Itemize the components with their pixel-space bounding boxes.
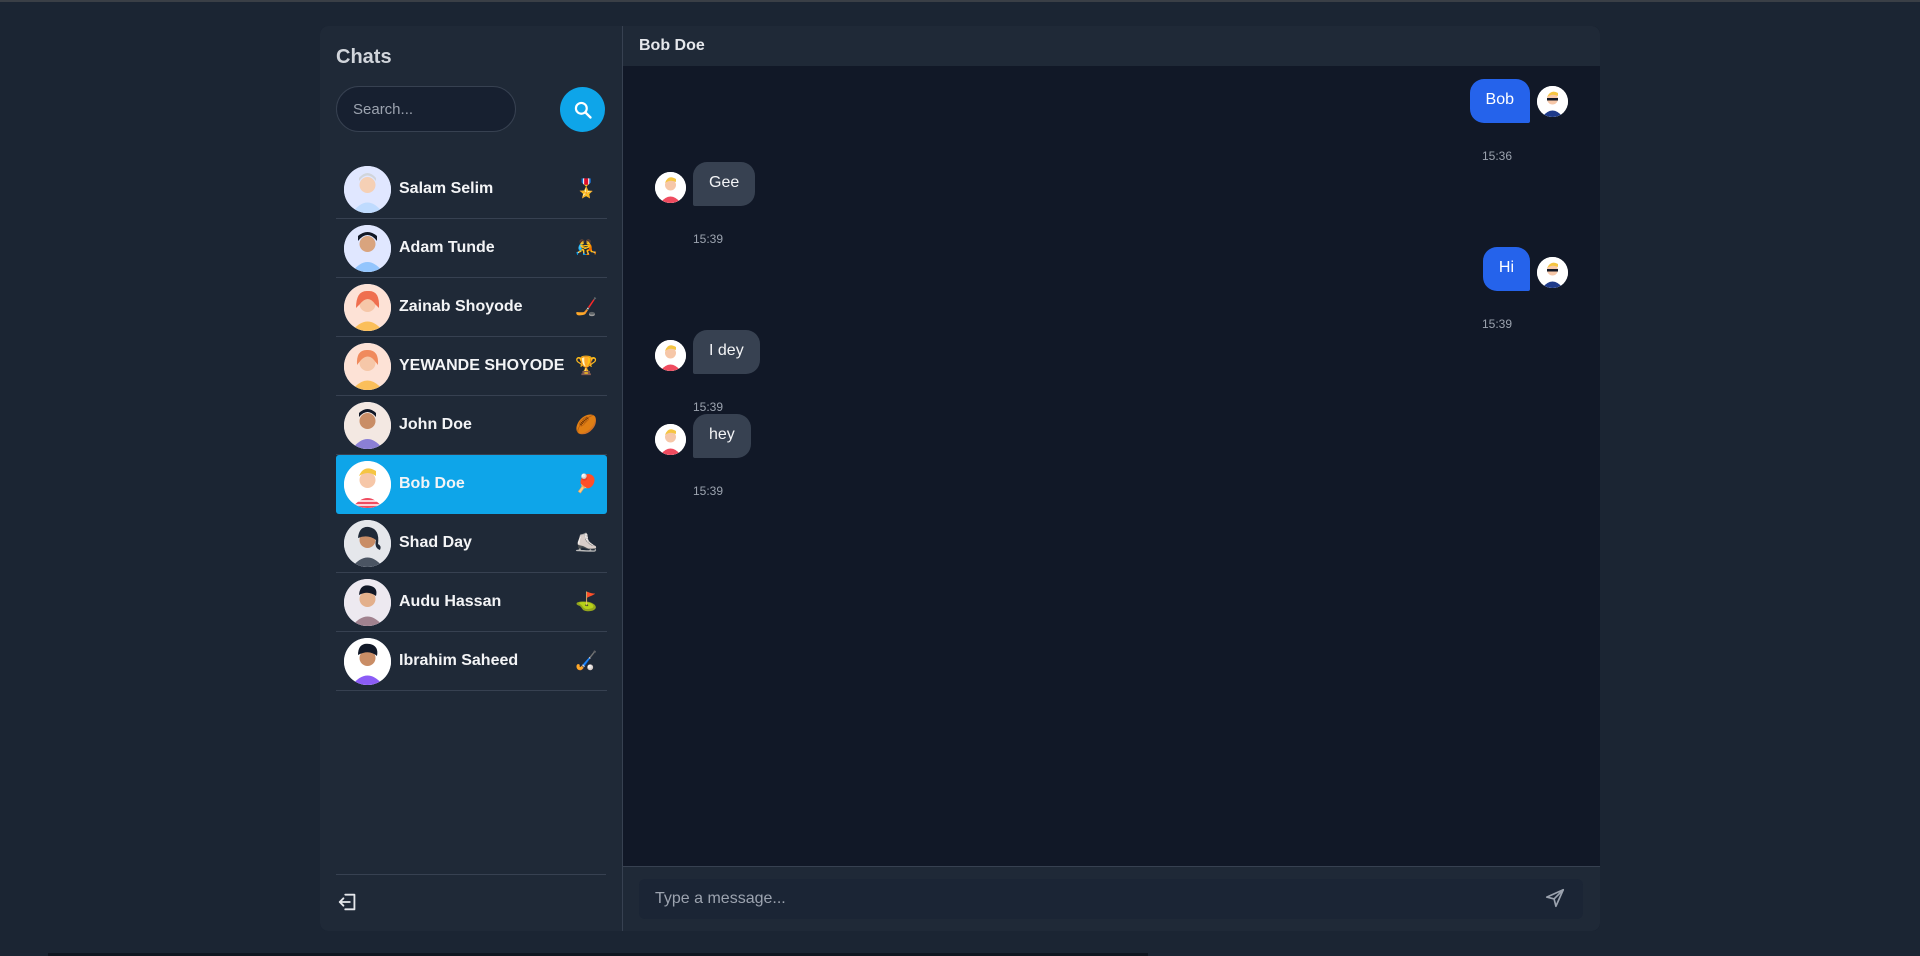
avatar	[344, 460, 391, 508]
search-input[interactable]	[336, 86, 516, 132]
avatar	[655, 424, 686, 455]
message-input[interactable]	[639, 879, 1583, 919]
contact-item[interactable]: John Doe 🏉	[336, 396, 607, 455]
message-time: 15:39	[693, 400, 724, 414]
contact-name: Zainab Shoyode	[399, 298, 523, 315]
avatar	[344, 519, 391, 567]
search-button[interactable]	[560, 87, 605, 132]
message-time: 15:36	[1481, 149, 1512, 163]
chat-panel: Bob Doe Bob 15:36 Gee 15:39 Hi 15:39 I d…	[623, 26, 1600, 931]
contact-name: Bob Doe	[399, 475, 465, 492]
message-incoming: I dey 15:39	[655, 330, 795, 414]
trophy-icon: 🏆	[575, 355, 598, 376]
message-time: 15:39	[693, 232, 724, 246]
search-icon	[574, 101, 592, 119]
ping-pong-icon: 🏓	[575, 473, 598, 494]
chat-header-name: Bob Doe	[639, 37, 705, 54]
avatar	[655, 172, 686, 203]
contact-item[interactable]: YEWANDE SHOYODE 🏆	[336, 337, 607, 396]
wrestling-icon: 🤼	[575, 237, 598, 258]
message-incoming: hey 15:39	[655, 414, 795, 498]
contact-item[interactable]: Shad Day ⛸️	[336, 514, 607, 573]
contact-item[interactable]: Ibrahim Saheed 🏑	[336, 632, 607, 691]
message-bubble: I dey	[693, 330, 760, 374]
sidebar-footer	[336, 874, 606, 911]
avatar	[344, 578, 391, 626]
contact-name: John Doe	[399, 416, 472, 433]
message-incoming: Gee 15:39	[655, 162, 795, 246]
avatar	[344, 283, 391, 331]
contact-item-active[interactable]: Bob Doe 🏓	[336, 455, 607, 514]
contact-name: Ibrahim Saheed	[399, 652, 519, 669]
avatar	[344, 165, 391, 213]
sidebar: Chats Salam Selim 🎖️ Adam Tunde 🤼	[320, 26, 623, 931]
message-time: 15:39	[1481, 317, 1512, 331]
contact-list: Salam Selim 🎖️ Adam Tunde 🤼 Zainab Shoyo…	[336, 160, 607, 691]
logout-icon	[338, 893, 356, 911]
chat-header: Bob Doe	[623, 26, 1600, 66]
contact-name: YEWANDE SHOYODE	[399, 357, 565, 374]
contact-name: Salam Selim	[399, 180, 494, 197]
medal-icon: 🎖️	[575, 178, 598, 199]
avatar	[344, 401, 391, 449]
avatar	[1537, 257, 1568, 288]
sidebar-title: Chats	[336, 46, 392, 68]
message-outgoing: Hi 15:39	[1428, 247, 1568, 331]
avatar	[344, 224, 391, 272]
message-bubble: Bob	[1469, 79, 1530, 123]
ice-skate-icon: ⛸️	[575, 532, 598, 553]
contact-name: Shad Day	[399, 534, 472, 551]
rugby-ball-icon: 🏉	[575, 414, 598, 435]
composer-bar	[623, 866, 1600, 931]
hockey-stick-icon: 🏒	[575, 296, 598, 317]
avatar	[655, 340, 686, 371]
contact-item[interactable]: Salam Selim 🎖️	[336, 160, 607, 219]
message-time: 15:39	[693, 484, 724, 498]
message-bubble: hey	[693, 414, 751, 458]
logout-button[interactable]	[336, 891, 360, 915]
message-bubble: Gee	[693, 162, 756, 206]
contact-name: Adam Tunde	[399, 239, 495, 256]
avatar	[344, 637, 391, 685]
message-outgoing: Bob 15:36	[1428, 79, 1568, 163]
field-hockey-icon: 🏑	[575, 650, 598, 671]
avatar	[1537, 86, 1568, 117]
golf-flag-icon: ⛳	[575, 591, 598, 612]
send-icon	[1545, 888, 1565, 908]
message-bubble: Hi	[1482, 247, 1530, 291]
send-button[interactable]	[1543, 887, 1567, 911]
chat-app: Chats Salam Selim 🎖️ Adam Tunde 🤼	[320, 26, 1600, 931]
window-top-border	[0, 0, 1920, 2]
contact-name: Audu Hassan	[399, 593, 502, 610]
contact-item[interactable]: Adam Tunde 🤼	[336, 219, 607, 278]
contact-item[interactable]: Zainab Shoyode 🏒	[336, 278, 607, 337]
avatar	[344, 342, 391, 390]
contact-item[interactable]: Audu Hassan ⛳	[336, 573, 607, 632]
